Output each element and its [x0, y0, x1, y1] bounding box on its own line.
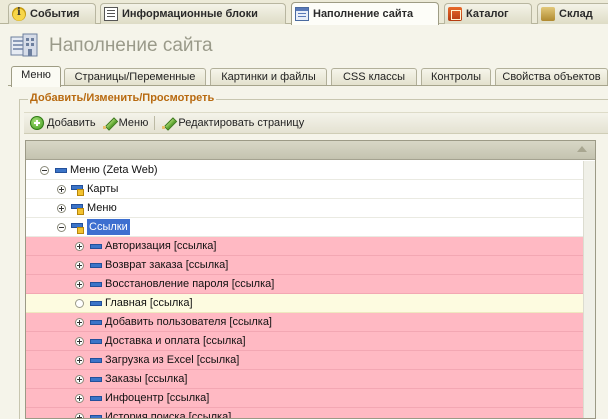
- tree-row-label: Доставка и оплата [ссылка]: [105, 335, 246, 347]
- edit-page-button[interactable]: Редактировать страницу: [161, 116, 304, 130]
- tree-row[interactable]: Доставка и оплата [ссылка]: [26, 332, 595, 351]
- collapse-icon[interactable]: [57, 223, 66, 232]
- page-title: Наполнение сайта: [49, 35, 213, 56]
- tree-row[interactable]: Авторизация [ссылка]: [26, 237, 595, 256]
- add-button-label: Добавить: [47, 117, 96, 129]
- tree-row[interactable]: Восстановление пароля [ссылка]: [26, 275, 595, 294]
- site-content-icon: [295, 7, 309, 21]
- expand-icon[interactable]: [75, 356, 84, 365]
- tab-label: Склад: [559, 8, 593, 20]
- expand-icon[interactable]: [75, 413, 84, 418]
- expand-icon[interactable]: [75, 318, 84, 327]
- expand-icon[interactable]: [57, 185, 66, 194]
- tab-warehouse[interactable]: Склад: [537, 3, 608, 24]
- tree-row-label: Инфоцентр [ссылка]: [105, 392, 210, 404]
- collapse-icon[interactable]: [40, 166, 49, 175]
- expand-icon[interactable]: [75, 280, 84, 289]
- menu-folder-icon: [71, 184, 84, 196]
- menu-item-icon: [54, 165, 67, 175]
- menu-item-icon: [89, 241, 102, 251]
- tree-row[interactable]: Добавить пользователя [ссылка]: [26, 313, 595, 332]
- tree-row[interactable]: Ссылки: [26, 218, 595, 237]
- info-icon: [12, 7, 26, 21]
- site-content-icon: [10, 33, 38, 57]
- tab-info-blocks[interactable]: Информационные блоки: [100, 3, 286, 24]
- tree-row-label: Загрузка из Excel [ссылка]: [105, 354, 240, 366]
- sub-tab-strip: Меню Страницы/Переменные Картинки и файл…: [0, 66, 608, 87]
- info-blocks-icon: [104, 7, 118, 21]
- menu-item-icon: [89, 393, 102, 403]
- grid-header[interactable]: [26, 141, 595, 160]
- tab-label: Информационные блоки: [122, 8, 258, 20]
- expand-icon[interactable]: [75, 337, 84, 346]
- warehouse-icon: [541, 7, 555, 21]
- tree-row-label: Меню: [87, 202, 117, 214]
- menu-item-icon: [89, 355, 102, 365]
- tree-row[interactable]: Инфоцентр [ссылка]: [26, 389, 595, 408]
- tree-row-label: Добавить пользователя [ссылка]: [105, 316, 272, 328]
- top-tab-strip: События Информационные блоки Наполнение …: [0, 0, 608, 25]
- menu-item-icon: [89, 260, 102, 270]
- tree-row[interactable]: Загрузка из Excel [ссылка]: [26, 351, 595, 370]
- catalog-icon: [448, 7, 462, 21]
- tab-site-content[interactable]: Наполнение сайта: [291, 2, 439, 25]
- tab-css-classes[interactable]: CSS классы: [331, 68, 417, 86]
- tree-row[interactable]: Меню (Zeta Web): [26, 161, 595, 180]
- tree-row[interactable]: Возврат заказа [ссылка]: [26, 256, 595, 275]
- tree-row-label: Меню (Zeta Web): [70, 164, 158, 176]
- add-icon: [30, 116, 44, 130]
- menu-button[interactable]: Меню: [102, 116, 149, 130]
- tab-label: Наполнение сайта: [313, 8, 414, 20]
- group-caption: Добавить/Изменить/Просмотреть: [28, 92, 217, 104]
- tree-rows: Меню (Zeta Web) Карты Меню Ссылки Авторизаци…: [26, 161, 595, 419]
- tree-row-label: Ссылки: [87, 219, 130, 235]
- menu-item-icon: [89, 412, 102, 418]
- tree-row-label: Карты: [87, 183, 119, 195]
- tree-row[interactable]: История поиска [ссылка]: [26, 408, 595, 419]
- expand-icon[interactable]: [75, 375, 84, 384]
- tree-row-label: История поиска [ссылка]: [105, 411, 232, 419]
- tree-row-label: Авторизация [ссылка]: [105, 240, 217, 252]
- tab-catalog[interactable]: Каталог: [444, 3, 532, 24]
- tree-row[interactable]: Заказы [ссылка]: [26, 370, 595, 389]
- menu-item-icon: [89, 279, 102, 289]
- toolbar: Добавить Меню Редактировать страницу: [24, 112, 608, 134]
- expand-icon[interactable]: [75, 242, 84, 251]
- tab-menu[interactable]: Меню: [11, 66, 61, 87]
- leaf-icon: [75, 299, 84, 308]
- tree-row[interactable]: Главная [ссылка]: [26, 294, 595, 313]
- menu-item-icon: [89, 317, 102, 327]
- menu-item-icon: [89, 336, 102, 346]
- tab-controls[interactable]: Контролы: [421, 68, 491, 86]
- tree-row[interactable]: Меню: [26, 199, 595, 218]
- tab-pages-variables[interactable]: Страницы/Переменные: [64, 68, 206, 86]
- menu-tree-grid: Меню (Zeta Web) Карты Меню Ссылки Авторизаци…: [25, 140, 596, 419]
- tab-label: События: [30, 8, 80, 20]
- sort-icon[interactable]: [577, 146, 587, 152]
- pencil-icon: [161, 116, 175, 130]
- menu-folder-icon: [71, 203, 84, 215]
- expand-icon[interactable]: [57, 204, 66, 213]
- tree-row[interactable]: Карты: [26, 180, 595, 199]
- menu-folder-icon: [71, 222, 84, 234]
- tab-label: Каталог: [466, 8, 509, 20]
- edit-page-button-label: Редактировать страницу: [178, 117, 305, 129]
- tab-events[interactable]: События: [8, 3, 96, 24]
- expand-icon[interactable]: [75, 261, 84, 270]
- vertical-scrollbar[interactable]: [583, 161, 595, 418]
- tab-object-properties[interactable]: Свойства объектов: [495, 68, 608, 86]
- tab-images-files[interactable]: Картинки и файлы: [210, 68, 327, 86]
- add-button[interactable]: Добавить: [30, 116, 96, 130]
- menu-button-label: Меню: [118, 117, 149, 129]
- expand-icon[interactable]: [75, 394, 84, 403]
- pencil-icon: [102, 116, 116, 130]
- tree-row-label: Восстановление пароля [ссылка]: [105, 278, 275, 290]
- tree-row-label: Возврат заказа [ссылка]: [105, 259, 229, 271]
- menu-item-icon: [89, 298, 102, 308]
- toolbar-separator: [154, 116, 156, 130]
- tree-row-label: Главная [ссылка]: [105, 297, 193, 309]
- menu-item-icon: [89, 374, 102, 384]
- tree-row-label: Заказы [ссылка]: [105, 373, 188, 385]
